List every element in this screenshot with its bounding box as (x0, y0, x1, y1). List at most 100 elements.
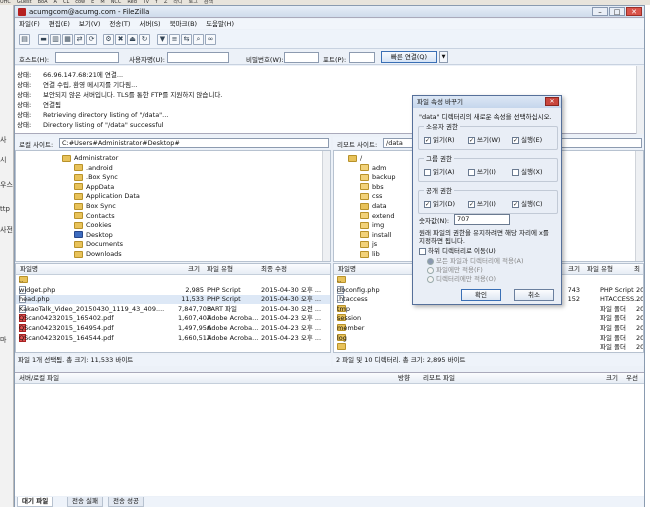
col-size[interactable]: 크기 (606, 373, 618, 384)
refresh-icon[interactable]: ⟳ (86, 34, 97, 45)
col-modified[interactable]: 최종 수정 (261, 264, 287, 275)
local-tree-item[interactable]: AppData (74, 183, 114, 192)
toggle-queue-icon[interactable]: ⇄ (74, 34, 85, 45)
toggle-log-icon[interactable]: ▬ (38, 34, 49, 45)
local-file-row[interactable]: KakaoTalk_Video_20150430_1119_43_409....… (16, 304, 330, 314)
apply-all-radio-dot[interactable] (427, 257, 434, 265)
menu-item[interactable]: 전송(T) (109, 20, 130, 28)
apply-dirs-radio-dot[interactable] (427, 275, 434, 283)
local-site-path[interactable]: C:#Users#Administrator#Desktop# (59, 138, 329, 148)
remote-file-row[interactable]: 파일 폴더 20 (334, 343, 643, 352)
tab-successful-transfers[interactable]: 전송 성공 (108, 497, 144, 507)
remote-tree-item[interactable]: extend (360, 212, 395, 221)
process-queue-icon[interactable]: ⚙ (103, 34, 114, 45)
dialog-close-button[interactable]: ✕ (545, 97, 559, 106)
remote-tree-item[interactable]: adm (360, 164, 386, 173)
remote-tree-item[interactable]: / (348, 154, 362, 163)
col-type[interactable]: 파일 유형 (587, 264, 613, 275)
recurse-checkbox[interactable]: 하위 디렉터리로 이동(U) (419, 247, 496, 256)
public-write-checkbox[interactable]: ✓ 쓰기(I) (468, 200, 496, 209)
owner-read-box[interactable]: ✓ (424, 136, 431, 144)
col-type[interactable]: 파일 유형 (207, 264, 233, 275)
local-file-row[interactable]: .. (16, 276, 330, 285)
menu-item[interactable]: 파일(F) (19, 20, 40, 28)
owner-read-checkbox[interactable]: ✓ 읽기(R) (424, 136, 455, 145)
remote-tree-item[interactable]: bbs (360, 183, 384, 192)
local-tree-item[interactable]: Box Sync (74, 202, 116, 211)
remote-tree-item[interactable]: css (360, 192, 382, 201)
col-size[interactable]: 크기 (568, 264, 580, 275)
remote-tree-item[interactable]: data (360, 202, 387, 211)
owner-write-box[interactable]: ✓ (468, 136, 475, 144)
reconnect-icon[interactable]: ↻ (139, 34, 150, 45)
username-input[interactable] (167, 52, 229, 63)
local-file-row[interactable]: QScan04232015_165402.pdf 1,607,407 Adobe A… (16, 314, 330, 323)
remote-tree-item[interactable]: js (360, 240, 377, 249)
remote-tree-scrollbar[interactable] (635, 151, 643, 261)
remote-tree-item[interactable]: install (360, 231, 391, 240)
local-file-row[interactable]: QScan04232015_164954.pdf 1,497,956 Adobe A… (16, 324, 330, 333)
col-remote-file[interactable]: 리모트 파일 (423, 373, 455, 384)
minimize-button[interactable]: – (592, 7, 608, 16)
local-tree-item[interactable]: Administrator (62, 154, 118, 163)
tab-failed-transfers[interactable]: 전송 실패 (67, 497, 103, 507)
menu-item[interactable]: 북마크(B) (170, 20, 197, 28)
remote-tree-item[interactable]: backup (360, 173, 396, 182)
password-input[interactable] (284, 52, 319, 63)
public-exec-checkbox[interactable]: ✓ 실행(C) (512, 200, 543, 209)
col-priority[interactable]: 우선 (626, 373, 638, 384)
public-exec-box[interactable]: ✓ (512, 200, 519, 208)
toggle-tree-icon[interactable]: ▥ (50, 34, 61, 45)
maximize-button[interactable]: □ (609, 7, 625, 16)
local-tree-item[interactable]: .android (74, 164, 113, 173)
public-write-box[interactable]: ✓ (468, 200, 475, 208)
remote-file-row[interactable]: member 파일 폴더 20 (334, 324, 643, 333)
log-scrollbar[interactable] (636, 66, 644, 134)
cancel-button[interactable]: 취소 (514, 289, 554, 301)
group-exec-box[interactable] (512, 168, 519, 176)
cancel-icon[interactable]: ✖ (115, 34, 126, 45)
col-server-local-file[interactable]: 서버/로컬 파일 (19, 373, 59, 384)
owner-exec-checkbox[interactable]: ✓ 실행(E) (512, 136, 542, 145)
apply-files-radio-dot[interactable] (427, 266, 434, 274)
menu-item[interactable]: 도움말(H) (206, 20, 234, 28)
compare-icon[interactable]: ≡ (169, 34, 180, 45)
local-tree-item[interactable]: Cookies (74, 221, 111, 230)
search-icon[interactable]: ⌕ (193, 34, 204, 45)
sync-browse-icon[interactable]: ⇆ (181, 34, 192, 45)
binoculars-icon[interactable]: ∞ (205, 34, 216, 45)
menu-item[interactable]: 서버(S) (139, 20, 160, 28)
group-write-checkbox[interactable]: 쓰기(I) (468, 168, 496, 177)
menu-item[interactable]: 편집(E) (49, 20, 70, 28)
filter-icon[interactable]: ▼ (157, 34, 168, 45)
remote-tree-item[interactable]: img (360, 221, 384, 230)
apply-files-radio[interactable]: 파일에만 적용(F) (427, 266, 483, 275)
local-tree-scrollbar[interactable] (322, 151, 330, 261)
public-read-checkbox[interactable]: ✓ 읽기(D) (424, 200, 455, 209)
port-input[interactable] (349, 52, 375, 63)
local-tree-item[interactable]: .Box Sync (74, 173, 118, 182)
public-read-box[interactable]: ✓ (424, 200, 431, 208)
local-tree-item[interactable]: Documents (74, 240, 123, 249)
col-filename[interactable]: 파일명 (20, 264, 38, 275)
apply-all-radio[interactable]: 모든 파일과 디렉터리에 적용(A) (427, 257, 523, 266)
quickconnect-button[interactable]: 빠른 연결(Q) (381, 51, 437, 63)
tab-queued-files[interactable]: 대기 파일 (17, 497, 54, 507)
owner-write-checkbox[interactable]: ✓ 쓰기(W) (468, 136, 500, 145)
remote-file-row[interactable]: log 파일 폴더 20 (334, 333, 643, 343)
remote-tree-item[interactable]: lib (360, 250, 380, 259)
host-input[interactable] (55, 52, 119, 63)
remote-file-row[interactable]: tmp 파일 폴더 20 (334, 304, 643, 314)
group-read-box[interactable] (424, 168, 431, 176)
owner-exec-box[interactable]: ✓ (512, 136, 519, 144)
toggle-remote-icon[interactable]: ▦ (62, 34, 73, 45)
quickconnect-dropdown-icon[interactable]: ▼ (439, 51, 448, 63)
local-tree-item[interactable]: Desktop (74, 231, 113, 240)
close-window-button[interactable]: ✕ (626, 7, 642, 16)
group-write-box[interactable] (468, 168, 475, 176)
col-direction[interactable]: 방향 (398, 373, 410, 384)
group-read-checkbox[interactable]: 읽기(A) (424, 168, 454, 177)
local-tree-item[interactable]: Downloads (74, 250, 122, 259)
site-manager-icon[interactable]: ▤ (19, 34, 30, 45)
apply-dirs-radio[interactable]: 디렉터리에만 적용(O) (427, 275, 496, 284)
